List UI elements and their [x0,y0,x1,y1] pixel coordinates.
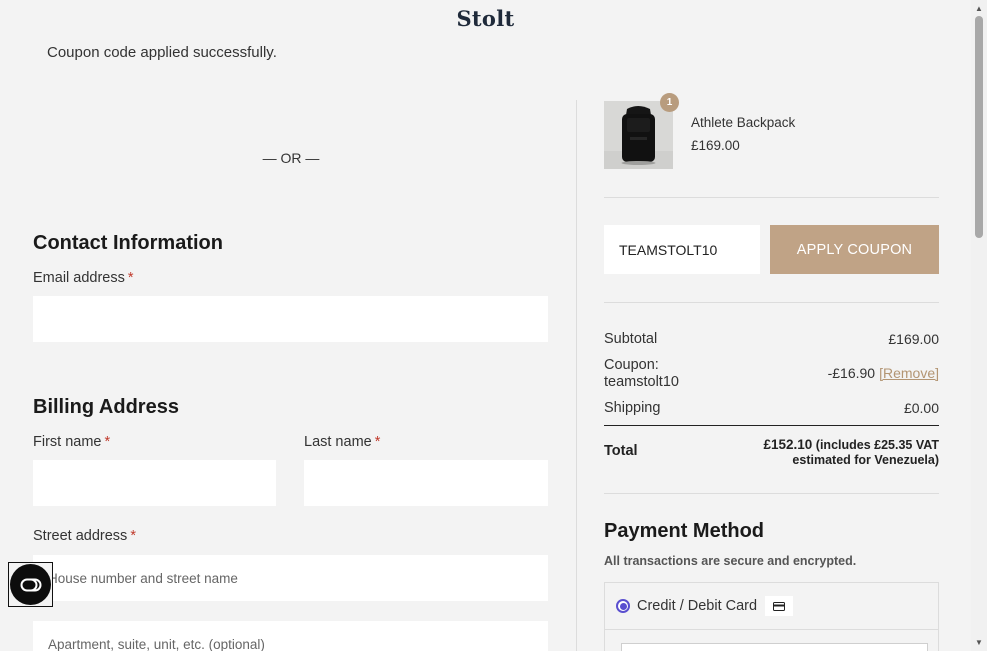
coupon-value: -£16.90 [827,365,876,381]
credit-card-option[interactable]: Credit / Debit Card [605,583,938,630]
last-name-field[interactable] [304,460,548,506]
coupon-input[interactable] [604,225,760,274]
required-mark: * [127,270,134,286]
product-price: £169.00 [691,138,740,153]
total-label: Total [604,443,638,459]
chat-button[interactable] [8,562,53,607]
subtotal-label: Subtotal [604,331,658,347]
summary-divider [604,197,939,198]
first-name-field[interactable] [33,460,276,506]
apartment-field[interactable] [33,621,548,651]
success-notice: Coupon code applied successfully. [47,44,277,61]
remove-coupon-link[interactable]: [Remove] [879,365,939,381]
vat-note: (includes £25.35 VAT [815,438,939,452]
credit-card-label: Credit / Debit Card [637,598,758,614]
product-name: Athlete Backpack [691,115,796,130]
subtotal-value: £169.00 [888,331,939,347]
shipping-label: Shipping [604,400,661,416]
billing-heading: Billing Address [33,396,179,418]
street-label: Street address * [33,528,136,544]
scrollbar-thumb[interactable] [975,16,983,238]
total-value: £152.10 (includes £25.35 VAT estimated f… [764,437,940,468]
chat-icon [10,564,51,605]
coupon-label-line: Coupon: [604,357,659,373]
payment-methods: Credit / Debit Card [604,582,939,651]
or-divider: — OR — [262,150,320,166]
email-field[interactable] [33,296,548,342]
required-mark: * [104,434,111,450]
contact-heading: Contact Information [33,232,223,254]
payment-subtitle: All transactions are secure and encrypte… [604,554,857,568]
summary-divider [604,493,939,494]
total-amount: £152.10 [763,437,813,452]
coupon-discount: -£16.90 [Remove] [828,365,939,381]
column-divider [576,100,577,651]
last-name-label: Last name * [304,434,381,450]
page-scrollbar[interactable]: ▲ ▼ [971,0,987,651]
credit-card-icon [765,596,794,616]
card-number-field[interactable] [621,643,928,651]
street-address-field[interactable] [33,555,548,601]
apply-coupon-button[interactable]: APPLY COUPON [770,225,939,274]
required-mark: * [130,528,136,544]
coupon-label: Coupon: teamstolt10 [604,357,679,391]
scroll-down-icon[interactable]: ▼ [971,635,987,649]
backpack-image [604,101,673,169]
brand-logo[interactable]: Stolt [0,6,971,31]
email-label: Email address * [33,270,134,286]
vat-note-country: estimated for Venezuela) [792,453,939,467]
total-divider [604,425,939,426]
credit-card-radio[interactable] [616,599,630,613]
scroll-up-icon[interactable]: ▲ [971,1,987,15]
payment-heading: Payment Method [604,520,765,542]
summary-divider [604,302,939,303]
coupon-code-line: teamstolt10 [604,374,679,390]
shipping-value: £0.00 [903,400,939,416]
required-mark: * [374,434,381,450]
quantity-badge: 1 [660,93,679,112]
first-name-label: First name * [33,434,111,450]
